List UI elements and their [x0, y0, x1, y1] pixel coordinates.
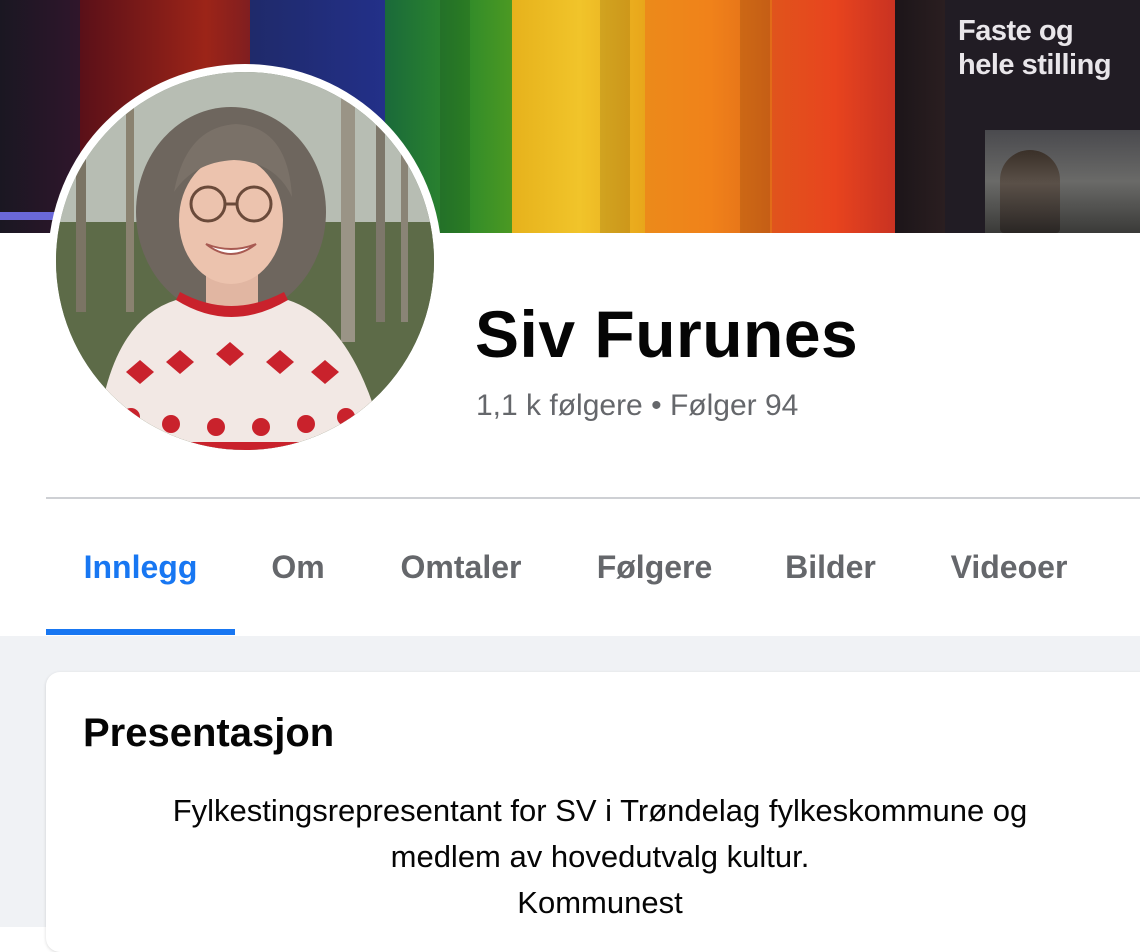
cover-poster-line: hele stilling [958, 49, 1112, 81]
intro-title: Presentasjon [83, 711, 335, 755]
stats-separator: • [642, 389, 670, 422]
cover-poster-text: Faste og hele stilling [958, 14, 1138, 82]
profile-name: Siv Furunes [475, 297, 859, 371]
tab-omtaler[interactable]: Omtaler [380, 500, 542, 635]
cover-flag-stripe [772, 0, 897, 233]
cover-poster-person [1000, 150, 1060, 233]
cover-light-streak [0, 212, 60, 220]
bio-line: Fylkestingsrepresentant for SV i Trøndel… [172, 793, 1028, 828]
cover-flag-fold [440, 0, 470, 233]
bio-line: Kommunest [517, 885, 683, 920]
tab-folgere[interactable]: Følgere [576, 500, 733, 635]
tab-bilder[interactable]: Bilder [768, 500, 893, 635]
tab-videoer[interactable]: Videoer [931, 500, 1087, 635]
avatar-portrait [56, 72, 434, 450]
cover-flag-fold [600, 0, 630, 233]
following-link[interactable]: Følger 94 [670, 389, 798, 422]
followers-link[interactable]: 1,1 k følgere [476, 389, 643, 422]
profile-stats: 1,1 k følgere • Følger 94 [476, 387, 798, 425]
intro-bio: Fylkestingsrepresentant for SV i Trøndel… [100, 788, 1100, 926]
tab-om[interactable]: Om [245, 500, 351, 635]
cover-poster-line: Faste og [958, 15, 1074, 47]
tab-innlegg[interactable]: Innlegg [46, 500, 235, 635]
profile-divider [46, 497, 1140, 499]
avatar[interactable] [56, 72, 434, 450]
cover-flag-fold [740, 0, 770, 233]
bio-line: medlem av hovedutvalg kultur. [390, 839, 810, 874]
profile-tabs: Innlegg Om Omtaler Følgere Bilder Videoe… [46, 500, 1140, 635]
cover-flag-stripe [895, 0, 945, 233]
